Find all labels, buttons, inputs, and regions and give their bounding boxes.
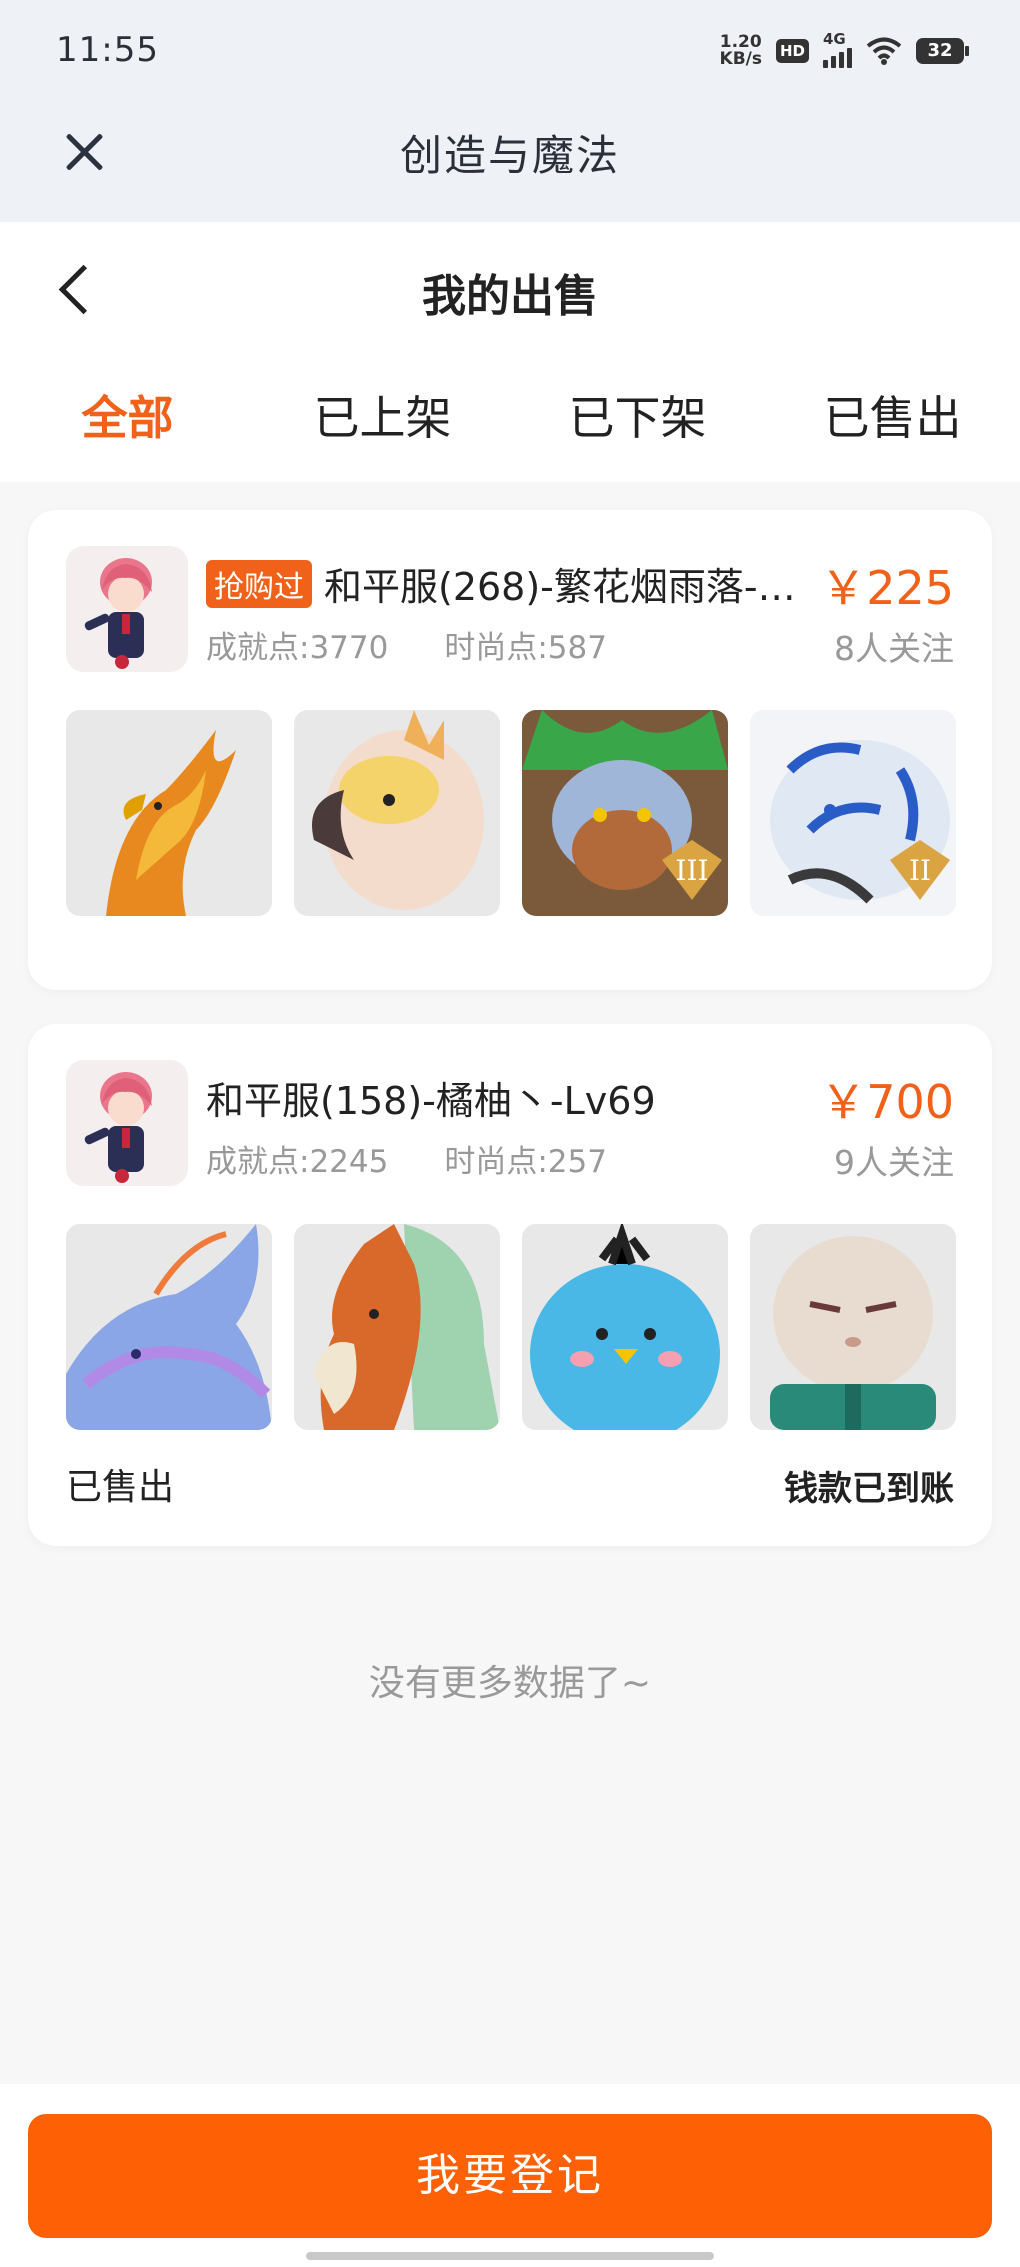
status-time: 11:55 xyxy=(56,30,159,70)
svg-text:III: III xyxy=(675,854,708,887)
server-name: 和平服(268)-繁花烟雨落-… xyxy=(324,565,796,609)
blue-dragon-pet-image xyxy=(66,1224,272,1430)
payment-status: 钱款已到账 xyxy=(784,1469,954,1509)
tab-sold[interactable]: 已售出 xyxy=(765,382,1020,452)
price: ￥700 xyxy=(820,1075,954,1129)
stats-row: 成就点:3770 时尚点:587 xyxy=(206,622,607,667)
wifi-icon xyxy=(866,37,902,65)
pet-gallery xyxy=(66,1224,956,1430)
horse-pet-image xyxy=(294,1224,500,1430)
pet-gallery: III II xyxy=(66,710,956,916)
flash-sale-tag: 抢购过 xyxy=(206,559,312,608)
battery-icon: 32 xyxy=(916,38,969,64)
fashion-points: 时尚点:257 xyxy=(444,1144,607,1180)
register-button[interactable]: 我要登记 xyxy=(28,2114,992,2238)
listing-title-row: 和平服(158)-橘柚丶-Lv69 xyxy=(206,1070,656,1125)
listing-card[interactable]: 抢购过 和平服(268)-繁花烟雨落-… 成就点:3770 时尚点:587 ￥2… xyxy=(28,510,992,990)
achievement-points: 成就点:2245 xyxy=(206,1144,389,1180)
app-bar: 创造与魔法 xyxy=(0,110,1020,222)
home-indicator[interactable] xyxy=(306,2252,714,2260)
listing-card[interactable]: 和平服(158)-橘柚丶-Lv69 成就点:2245 时尚点:257 ￥700 … xyxy=(28,1024,992,1546)
tab-listed[interactable]: 已上架 xyxy=(255,382,510,452)
no-more-data: 没有更多数据了~ xyxy=(368,1663,652,1704)
achievement-points: 成就点:3770 xyxy=(206,630,389,666)
signal-icon: 4G xyxy=(823,30,852,68)
svg-text:II: II xyxy=(909,854,931,887)
sale-status: 已售出 xyxy=(66,1467,175,1508)
blue-bird-pet-image xyxy=(522,1224,728,1430)
tab-bar: 全部 已上架 已下架 已售出 xyxy=(0,382,1020,452)
bottom-bar: 我要登记 xyxy=(0,2084,1020,2267)
hd-icon: HD xyxy=(775,39,809,63)
app-title: 创造与魔法 xyxy=(399,131,620,180)
status-icons: 1.20 KB/s HD 4G 32 xyxy=(719,30,969,69)
status-bar: 11:55 1.20 KB/s HD 4G 32 xyxy=(0,0,1020,110)
character-avatar xyxy=(66,546,188,672)
armored-lion-pet-image: III xyxy=(522,710,728,916)
fashion-points: 时尚点:587 xyxy=(444,630,607,666)
tab-all[interactable]: 全部 xyxy=(0,382,255,452)
blue-tiger-pet-image: II xyxy=(750,710,956,916)
tab-delisted[interactable]: 已下架 xyxy=(510,382,765,452)
character-avatar xyxy=(66,1060,188,1186)
bald-figure-pet-image xyxy=(750,1224,956,1430)
follower-count: 9人关注 xyxy=(834,1143,954,1182)
network-speed: 1.20 KB/s xyxy=(719,32,762,69)
price: ￥225 xyxy=(820,561,954,615)
stats-row: 成就点:2245 时尚点:257 xyxy=(206,1136,607,1181)
server-name: 和平服(158)-橘柚丶-Lv69 xyxy=(206,1079,656,1123)
parrot-pet-image xyxy=(294,710,500,916)
listing-title-row: 抢购过 和平服(268)-繁花烟雨落-… xyxy=(206,556,796,611)
page-title: 我的出售 xyxy=(422,271,598,322)
phoenix-pet-image xyxy=(66,710,272,916)
follower-count: 8人关注 xyxy=(834,629,954,668)
page-header: 我的出售 全部 已上架 已下架 已售出 xyxy=(0,222,1020,482)
